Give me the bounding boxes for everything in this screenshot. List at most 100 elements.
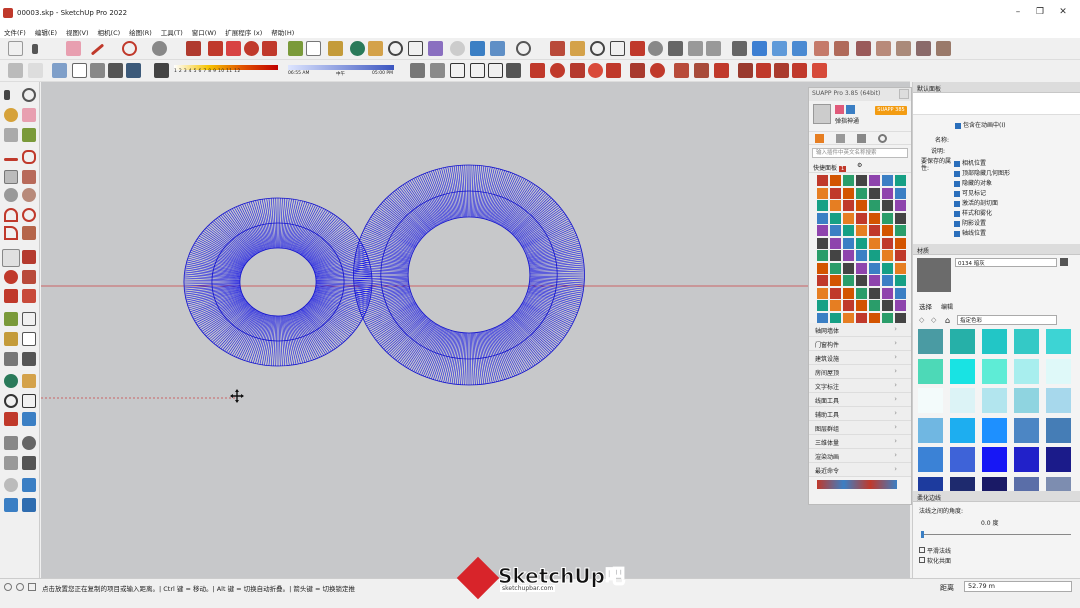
color-swatch[interactable] <box>1014 358 1039 384</box>
plugin-tool-icon[interactable] <box>856 200 867 211</box>
category-item[interactable]: 门窗构件 › <box>809 337 911 351</box>
smooth-normals-checkbox[interactable]: 平滑法线 <box>919 546 951 555</box>
eyedropper-icon[interactable] <box>22 128 36 142</box>
color-swatch[interactable] <box>918 388 943 413</box>
color-swatch[interactable] <box>1046 447 1071 472</box>
tag-icon[interactable] <box>4 128 18 142</box>
suapp-close-icon[interactable] <box>899 89 909 99</box>
angle-slider[interactable] <box>921 534 1071 535</box>
palette-select[interactable]: 指定色彩 <box>957 315 1057 325</box>
pie-icon[interactable] <box>22 226 36 240</box>
look-around-icon[interactable] <box>590 41 605 56</box>
zoom-tool-icon[interactable] <box>8 41 23 56</box>
material-name-field[interactable]: 0134 暗灰 <box>955 258 1057 267</box>
circle-tool-icon[interactable] <box>4 188 18 202</box>
arc-tool-icon[interactable] <box>4 208 18 222</box>
plugin-tool-icon[interactable] <box>843 312 854 324</box>
saved-prop-checkbox[interactable]: 阴影设置 <box>954 218 1010 228</box>
plugin-j-icon[interactable] <box>738 63 753 78</box>
color-swatch[interactable] <box>1014 447 1039 472</box>
front-view-icon[interactable] <box>916 41 931 56</box>
plugin-tool-icon[interactable] <box>856 225 867 236</box>
x-ray-icon[interactable] <box>732 41 747 56</box>
plugin-tool-icon[interactable] <box>869 237 880 249</box>
menu-file[interactable]: 文件(F) <box>4 27 26 37</box>
pencil-icon[interactable] <box>90 43 105 56</box>
previous-view-icon[interactable] <box>22 412 36 426</box>
hidden-line-icon[interactable] <box>792 41 807 56</box>
home-tab-icon[interactable] <box>815 134 824 143</box>
plugin-tool-icon[interactable] <box>856 237 867 249</box>
text-tool-icon[interactable] <box>22 332 36 346</box>
styles-icon[interactable] <box>28 63 43 78</box>
sandbox-scratch-icon[interactable] <box>22 478 36 492</box>
plugin-tool-icon[interactable] <box>895 237 906 249</box>
section-fill-icon[interactable] <box>648 41 663 56</box>
plugin-tool-icon[interactable] <box>843 225 854 236</box>
soften-coplanar-checkbox[interactable]: 软化共面 <box>919 556 951 565</box>
plugin-tool-icon[interactable] <box>843 262 854 274</box>
checkbox-icon[interactable] <box>954 180 960 187</box>
include-animation-checkbox[interactable]: 包含在动画中(I) <box>955 120 1005 129</box>
plugin-tool-icon[interactable] <box>817 262 828 274</box>
monochrome-icon[interactable] <box>856 41 871 56</box>
menu-tools[interactable]: 工具(T) <box>161 27 183 37</box>
minimize-icon[interactable]: – <box>1008 7 1028 17</box>
credits-icon[interactable] <box>16 583 24 591</box>
home-material-icon[interactable]: ⌂ <box>945 316 950 325</box>
menu-extensions[interactable]: 扩展程序 (x) <box>225 27 262 37</box>
checkbox-icon[interactable] <box>954 210 960 217</box>
plugin-tool-icon[interactable] <box>856 262 867 274</box>
walk-left-icon[interactable] <box>4 456 18 470</box>
create-material-icon[interactable] <box>1060 258 1068 266</box>
plugin-tool-icon[interactable] <box>817 300 828 311</box>
soften-icon[interactable] <box>8 63 23 78</box>
color-swatch[interactable] <box>982 358 1007 384</box>
checkbox-icon[interactable] <box>954 160 960 167</box>
category-item[interactable]: 文字标注 › <box>809 379 911 393</box>
zoom-window-left-icon[interactable] <box>22 394 36 408</box>
category-item[interactable]: 线面工具 › <box>809 393 911 407</box>
saved-prop-checkbox[interactable]: 样式和雾化 <box>954 208 1010 218</box>
plugin-tool-icon[interactable] <box>843 237 854 249</box>
2pt-arc-icon[interactable] <box>22 208 36 222</box>
text-icon[interactable] <box>306 41 321 56</box>
saved-prop-checkbox[interactable]: 轴线位置 <box>954 228 1010 238</box>
category-item[interactable]: 建筑设施 › <box>809 351 911 365</box>
plugin-tool-icon[interactable] <box>830 262 841 274</box>
search-tab-icon[interactable] <box>878 134 887 143</box>
select-tab[interactable]: 选择 <box>919 301 932 311</box>
plugin-tool-icon[interactable] <box>817 312 828 324</box>
plugin-tool-icon[interactable] <box>830 275 841 286</box>
select-icon[interactable] <box>4 90 10 100</box>
forward-arrow-icon[interactable]: ◇ <box>931 316 936 324</box>
soften-edges-header[interactable]: 柔化边线 <box>913 491 1080 502</box>
saved-prop-checkbox[interactable]: 相机位置 <box>954 158 1010 168</box>
xray-face-icon[interactable] <box>52 63 67 78</box>
edge-style-icon[interactable] <box>72 63 87 78</box>
shadow-time-slider[interactable] <box>288 65 394 70</box>
pushpull-tool-icon[interactable] <box>22 250 36 264</box>
lasso-icon[interactable] <box>22 88 36 102</box>
zoom-extents-left-icon[interactable] <box>4 412 18 426</box>
back-arrow-icon[interactable]: ◇ <box>919 316 924 324</box>
plugin-d-icon[interactable] <box>606 63 621 78</box>
color-swatch[interactable] <box>950 417 975 443</box>
house-outline-icon[interactable] <box>470 63 485 78</box>
plugin-tool-icon[interactable] <box>882 312 893 324</box>
right-view-icon[interactable] <box>936 41 951 56</box>
plugin-tool-icon[interactable] <box>895 212 906 224</box>
plugin-tool-icon[interactable] <box>895 200 906 211</box>
plugin-tool-icon[interactable] <box>856 212 867 224</box>
plugin-tool-icon[interactable] <box>856 300 867 311</box>
section-plane-icon[interactable] <box>610 41 625 56</box>
menu-camera[interactable]: 相机(C) <box>98 27 121 37</box>
rotated-rect-icon[interactable] <box>22 170 36 184</box>
category-item[interactable]: 轴网墙体 › <box>809 323 911 337</box>
gear-icon[interactable]: ⚙ <box>857 162 862 169</box>
plugin-tool-icon[interactable] <box>843 275 854 286</box>
pan-tool-icon[interactable] <box>22 374 36 388</box>
iso-view-icon[interactable] <box>876 41 891 56</box>
menu-draw[interactable]: 绘图(R) <box>129 27 152 37</box>
plugin-tool-icon[interactable] <box>869 175 880 186</box>
